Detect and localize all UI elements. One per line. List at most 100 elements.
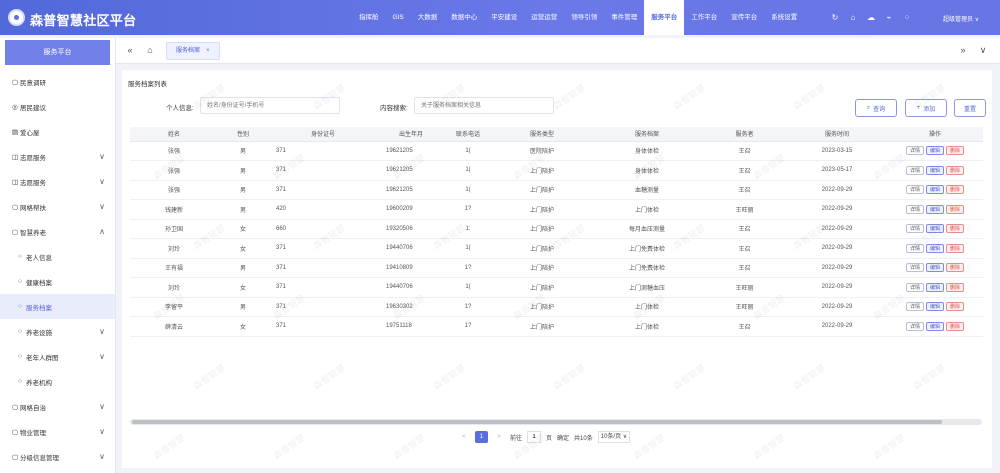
chevron-icon: ∨ (99, 202, 105, 211)
collapse-sidebar-icon[interactable]: « (124, 44, 136, 56)
sidebar-item[interactable]: ▢ 民意调研 (0, 69, 115, 94)
add-button[interactable]: + 添加 (905, 99, 947, 117)
detail-button[interactable]: 详情 (905, 321, 924, 331)
sidebar-item[interactable]: ▢ 网格帮扶 ∨ (0, 194, 115, 219)
table-cell: 女 (218, 316, 268, 337)
sidebar-item[interactable]: ○ 健康档案 (0, 269, 115, 294)
detail-button[interactable]: 详情 (905, 165, 924, 175)
home-icon[interactable]: ⌂ (144, 44, 156, 56)
person-info-input[interactable] (200, 97, 340, 114)
sidebar-item[interactable]: ○ 老年人群图 ∨ (0, 344, 115, 369)
prev-page-button[interactable]: < (458, 431, 470, 443)
delete-button[interactable]: 删除 (946, 224, 965, 234)
topnav-item[interactable]: 指挥舱 (352, 0, 386, 35)
sidebar-item[interactable]: ◎ 居民建议 (0, 94, 115, 119)
sidebar-item[interactable]: ▤ 爱心屋 (0, 119, 115, 144)
reset-button[interactable]: 重置 (954, 99, 986, 117)
cloud-icon[interactable]: ☁ (866, 13, 876, 23)
table-cell: 2023-05-17 (787, 160, 887, 181)
detail-button[interactable]: 详情 (905, 282, 924, 292)
edit-button[interactable]: 编辑 (925, 321, 944, 331)
tab-close-icon[interactable]: × (206, 48, 210, 54)
sidebar-item[interactable]: ○ 服务档案 (0, 294, 115, 319)
topnav-item[interactable]: 事件管理 (604, 0, 644, 35)
topnav-item[interactable]: 运营运营 (524, 0, 564, 35)
detail-button[interactable]: 详情 (905, 263, 924, 273)
edit-button[interactable]: 编辑 (925, 282, 944, 292)
sidebar-item[interactable]: ○ 养老设施 ∨ (0, 319, 115, 344)
detail-button[interactable]: 详情 (905, 243, 924, 253)
delete-button[interactable]: 删除 (946, 302, 965, 312)
edit-button[interactable]: 编辑 (925, 263, 944, 273)
sidebar-item[interactable]: ▢ 分级信息管理 ∨ (0, 444, 115, 469)
sidebar-item[interactable]: ○ 老人信息 (0, 244, 115, 269)
table-cell: 2023-03-15 (787, 141, 887, 161)
topnav-item[interactable]: 服务平台 (644, 0, 685, 35)
topnav-item[interactable]: GIS (386, 0, 411, 35)
topnav-item[interactable]: 宣传平台 (724, 0, 764, 35)
operations-cell: 详情 编辑 删除 (887, 238, 983, 259)
topnav-item[interactable]: 工作平台 (684, 0, 724, 35)
column-header: 出生年月 (378, 127, 444, 142)
sidebar-item[interactable]: ▢ 网格自治 ∨ (0, 394, 115, 419)
topnav-item[interactable]: 数据中心 (444, 0, 484, 35)
edit-button[interactable]: 编辑 (925, 146, 944, 156)
delete-button[interactable]: 删除 (946, 282, 965, 292)
sidebar-item[interactable]: ▢ 物业管理 ∨ (0, 419, 115, 444)
edit-button[interactable]: 编辑 (925, 302, 944, 312)
detail-button[interactable]: 详情 (905, 185, 924, 195)
table-cell: 420 (268, 199, 378, 220)
sidebar-item[interactable]: ◫ 志愿服务 ∨ (0, 144, 115, 169)
table-cell: 1( (444, 180, 492, 200)
tab-service-records[interactable]: 服务档案 × (166, 42, 220, 60)
detail-button[interactable]: 详情 (905, 224, 924, 234)
operations-cell: 详情 编辑 删除 (887, 277, 983, 298)
sidebar-item[interactable]: ◫ 志愿服务 ∨ (0, 169, 115, 194)
detail-button[interactable]: 详情 (905, 146, 924, 156)
home-icon[interactable]: ⌂ (848, 13, 858, 23)
delete-button[interactable]: 删除 (946, 263, 965, 273)
detail-button[interactable]: 详情 (905, 204, 924, 214)
table-cell: 上门免费体检 (592, 258, 702, 278)
edit-button[interactable]: 编辑 (925, 243, 944, 253)
sidebar-item[interactable]: ▢ 智慧养老 ∧ (0, 219, 115, 244)
detail-button[interactable]: 详情 (905, 302, 924, 312)
operations-cell: 详情 编辑 删除 (887, 160, 983, 181)
content-search-input[interactable] (414, 97, 554, 114)
delete-button[interactable]: 删除 (946, 185, 965, 195)
menu-item-icon: ○ (18, 278, 22, 285)
topnav-item[interactable]: 系统设置 (764, 0, 804, 35)
next-page-button[interactable]: > (493, 431, 505, 443)
delete-button[interactable]: 删除 (946, 165, 965, 175)
grid-icon[interactable]: ⁘ (902, 13, 912, 23)
table-cell: 张强 (130, 141, 218, 161)
topnav-item[interactable]: 平安建设 (484, 0, 524, 35)
refresh-icon[interactable]: ↻ (830, 13, 840, 23)
edit-button[interactable]: 编辑 (925, 224, 944, 234)
table-cell: 女 (218, 277, 268, 298)
table-cell: 王召 (702, 160, 787, 181)
confirm-goto-button[interactable]: 确定 (557, 433, 569, 442)
user-menu[interactable]: 超级管理员 ∨ (943, 14, 979, 23)
topnav-item[interactable]: 大数据 (411, 0, 445, 35)
delete-button[interactable]: 删除 (946, 321, 965, 331)
delete-button[interactable]: 删除 (946, 204, 965, 214)
sidebar-item[interactable]: ▢社区超市 (0, 469, 115, 473)
scrollbar-thumb[interactable] (132, 420, 942, 424)
edit-button[interactable]: 编辑 (925, 204, 944, 214)
sidebar-item[interactable]: ○ 养老机构 (0, 369, 115, 394)
horizontal-scrollbar[interactable] (130, 419, 982, 425)
edit-button[interactable]: 编辑 (925, 185, 944, 195)
signal-icon[interactable]: ⌁ (884, 13, 894, 23)
tabs-dropdown-icon[interactable]: ∨ (977, 44, 989, 56)
current-page[interactable]: 1 (475, 431, 488, 443)
edit-button[interactable]: 编辑 (925, 165, 944, 175)
operations-cell: 详情 编辑 删除 (887, 297, 983, 317)
delete-button[interactable]: 删除 (946, 146, 965, 156)
search-button[interactable]: ⌕ 查询 (855, 99, 897, 117)
scroll-tabs-right-icon[interactable]: » (957, 44, 969, 56)
page-size-select[interactable]: 10条/页 ∨ (597, 431, 631, 443)
delete-button[interactable]: 删除 (946, 243, 965, 253)
goto-page-input[interactable] (527, 431, 542, 443)
topnav-item[interactable]: 领导引领 (564, 0, 604, 35)
